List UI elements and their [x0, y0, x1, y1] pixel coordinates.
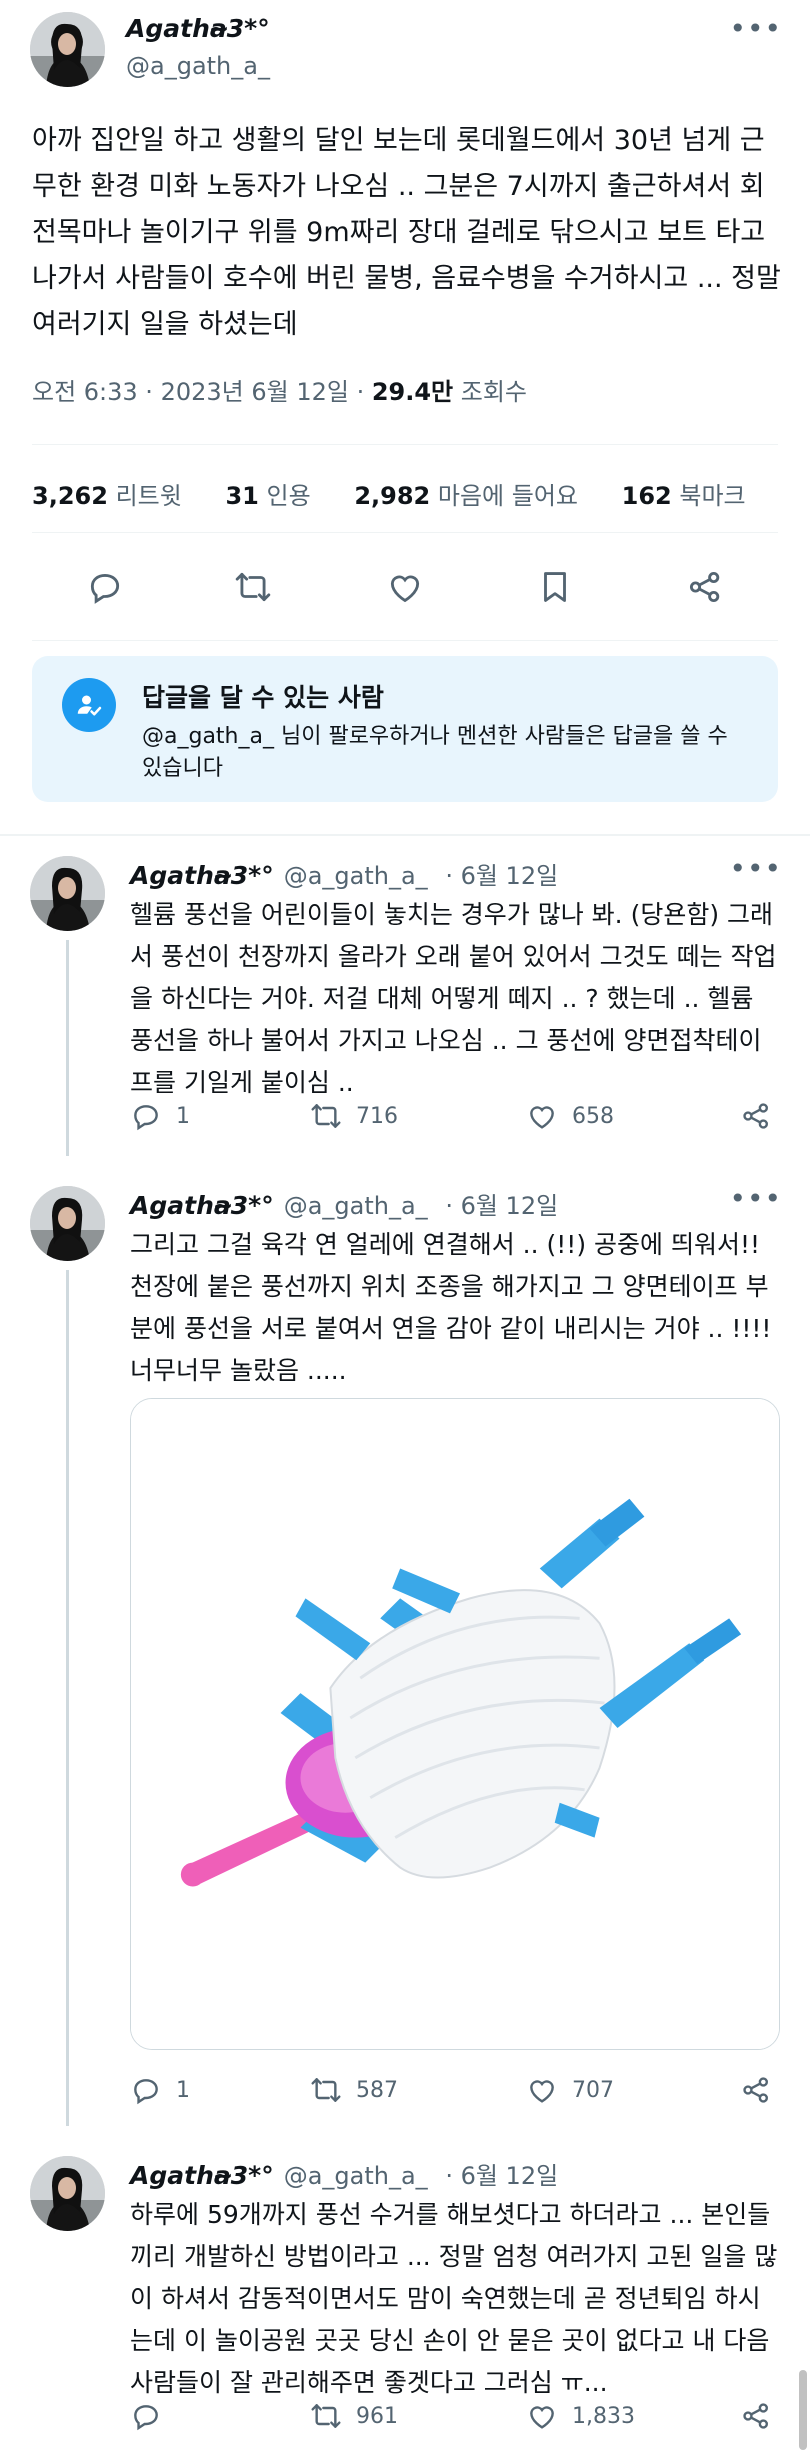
notice-body: @a_gath_a_ 님이 팔로우하거나 멘션한 사람들은 답글을 쓸 수 있습…: [142, 724, 728, 781]
tweet-text: 헬륨 풍선을 어린이들이 놓치는 경우가 많나 봐. (당욘함) 그래서 풍선이…: [130, 900, 777, 1097]
tweet-date[interactable]: · 6월 12일: [438, 1192, 558, 1220]
reply-button[interactable]: 1: [130, 1100, 190, 1132]
likes-stat[interactable]: 2,982 마음에 들어요: [354, 482, 578, 510]
tweet-date[interactable]: · 6월 12일: [438, 2162, 558, 2190]
display-name[interactable]: Agatha̴3*°: [130, 1191, 274, 1220]
share-button[interactable]: [740, 2074, 786, 2106]
share-button[interactable]: [740, 2400, 786, 2432]
more-icon[interactable]: •••: [729, 12, 782, 45]
scrollbar[interactable]: [799, 2370, 807, 2450]
reply-actions: 1 716 658: [130, 1100, 780, 1136]
kite-reel-image: [131, 1399, 779, 2049]
attached-image[interactable]: [130, 1398, 780, 2050]
notice-handle[interactable]: @a_gath_a_: [142, 724, 274, 749]
handle[interactable]: @a_gath_a_: [284, 862, 428, 890]
divider: [32, 444, 778, 445]
thread-line: [66, 1270, 69, 2126]
like-count: 658: [572, 1103, 614, 1129]
bookmarks-stat[interactable]: 162 북마크: [622, 482, 746, 510]
reply-actions: 1 587 707: [130, 2074, 780, 2110]
bookmark-icon[interactable]: [530, 562, 580, 612]
action-bar: [0, 562, 810, 612]
reply-tweet: Agatha̴3*° @a_gath_a_ · 6월 12일 하루에 59개까지 …: [0, 2156, 810, 2456]
retweet-button[interactable]: 587: [310, 2074, 398, 2106]
reply-button[interactable]: 1: [130, 2074, 190, 2106]
retweet-count: 961: [356, 2403, 398, 2429]
retweet-count: 587: [356, 2077, 398, 2103]
like-icon[interactable]: [380, 562, 430, 612]
quotes-stat[interactable]: 31 인용: [225, 482, 310, 510]
more-icon[interactable]: •••: [729, 852, 782, 885]
reply-icon[interactable]: [80, 562, 130, 612]
reply-header: Agatha̴3*° @a_gath_a_ · 6월 12일: [130, 1186, 558, 1221]
reply-restriction-notice: 답글을 달 수 있는 사람 @a_gath_a_ 님이 팔로우하거나 멘션한 사…: [32, 656, 778, 802]
reply-count: 1: [176, 1103, 190, 1129]
display-name[interactable]: Agatha̴3*°: [130, 2161, 274, 2190]
avatar[interactable]: [30, 1186, 105, 1261]
retweet-count: 716: [356, 1103, 398, 1129]
handle[interactable]: @a_gath_a_: [126, 52, 270, 80]
notice-title: 답글을 달 수 있는 사람: [142, 683, 384, 712]
reply-tweet: Agatha̴3*° @a_gath_a_ · 6월 12일 ••• 헬륨 풍선을…: [0, 852, 810, 1156]
more-icon[interactable]: •••: [729, 1182, 782, 1215]
retweets-stat[interactable]: 3,262 리트윗: [32, 482, 182, 510]
engagement-stats: 3,262 리트윗 31 인용 2,982 마음에 들어요 162 북마크: [32, 476, 782, 511]
retweet-button[interactable]: 961: [310, 2400, 398, 2432]
tweet-time[interactable]: 오전 6:33 · 2023년 6월 12일 ·: [32, 378, 372, 406]
like-button[interactable]: 1,833: [526, 2400, 635, 2432]
tweet-meta: 오전 6:33 · 2023년 6월 12일 · 29.4만 조회수: [32, 372, 527, 407]
retweet-button[interactable]: 716: [310, 1100, 398, 1132]
tweet-date[interactable]: · 6월 12일: [438, 862, 558, 890]
tweet-text: 하루에 59개까지 풍선 수거를 해보셧다고 하더라고 ... 본인들끼리 개발…: [130, 2200, 778, 2397]
reply-count: 1: [176, 2077, 190, 2103]
reply-header: Agatha̴3*° @a_gath_a_ · 6월 12일: [130, 856, 558, 891]
reply-button[interactable]: [130, 2400, 176, 2432]
like-count: 1,833: [572, 2403, 635, 2429]
tweet-text: 아까 집안일 하고 생활의 달인 보는데 롯데월드에서 30년 넘게 근무한 환…: [32, 125, 781, 340]
avatar[interactable]: [30, 12, 105, 87]
share-icon[interactable]: [680, 562, 730, 612]
thread-line: [66, 940, 69, 1156]
like-button[interactable]: 658: [526, 1100, 614, 1132]
tweet-text: 그리고 그걸 육각 연 얼레에 연결해서 .. (!!) 공중에 띄워서!! 천…: [130, 1230, 772, 1385]
avatar[interactable]: [30, 856, 105, 931]
avatar[interactable]: [30, 2156, 105, 2231]
view-count: 29.4만: [371, 378, 454, 406]
divider: [32, 640, 778, 641]
handle[interactable]: @a_gath_a_: [284, 2162, 428, 2190]
retweet-icon[interactable]: [228, 562, 278, 612]
display-name[interactable]: Agatha̴3*°: [130, 861, 274, 890]
reply-header: Agatha̴3*° @a_gath_a_ · 6월 12일: [130, 2156, 558, 2191]
section-divider: [0, 834, 810, 836]
divider: [32, 532, 778, 533]
mention-user-icon: [62, 678, 116, 732]
view-label: 조회수: [453, 378, 528, 406]
share-button[interactable]: [740, 1100, 786, 1132]
handle[interactable]: @a_gath_a_: [284, 1192, 428, 1220]
like-count: 707: [572, 2077, 614, 2103]
display-name[interactable]: Agatha̴3*°: [126, 14, 270, 43]
like-button[interactable]: 707: [526, 2074, 614, 2106]
reply-actions: 961 1,833: [130, 2400, 780, 2436]
